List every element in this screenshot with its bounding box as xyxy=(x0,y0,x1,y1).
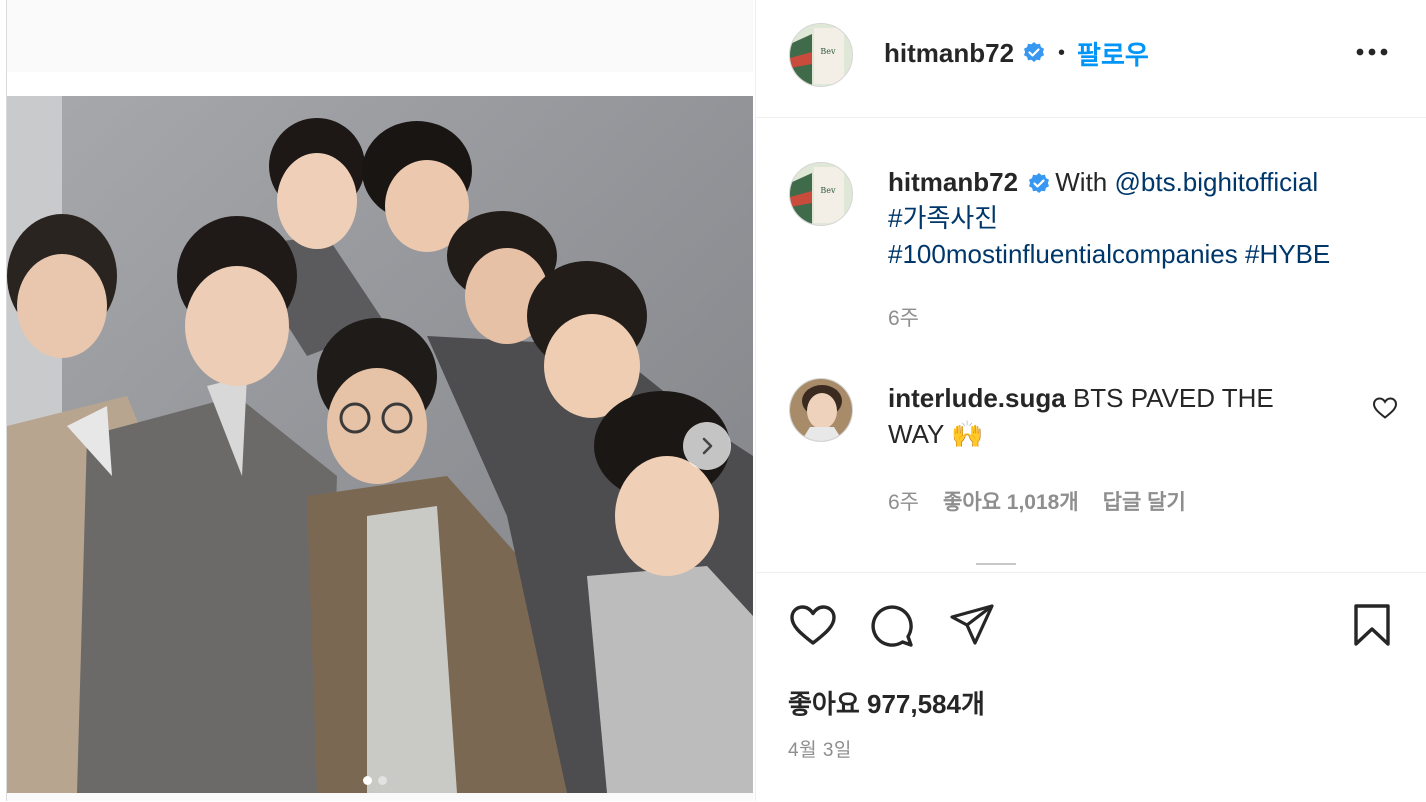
comment-author-username[interactable]: interlude.suga xyxy=(888,383,1066,413)
heart-icon xyxy=(1372,397,1398,419)
comment-likes-count[interactable]: 좋아요 1,018개 xyxy=(943,486,1079,516)
header-separator: • xyxy=(1058,41,1066,64)
author-avatar[interactable]: Bev xyxy=(789,23,853,87)
carousel-dot-1 xyxy=(363,776,372,785)
caption-author-avatar[interactable]: Bev xyxy=(789,162,853,226)
more-options-icon xyxy=(1356,48,1388,56)
heart-icon xyxy=(790,605,836,645)
carousel-next-button[interactable] xyxy=(683,422,731,470)
caption-timestamp[interactable]: 6주 xyxy=(888,302,919,332)
media-pane xyxy=(0,0,755,801)
carousel-indicator xyxy=(363,776,387,785)
more-options-button[interactable] xyxy=(1355,44,1389,62)
view-replies-fade xyxy=(976,552,1016,566)
author-username[interactable]: hitmanb72 xyxy=(884,38,1014,69)
like-button[interactable] xyxy=(789,603,837,652)
verified-badge-icon xyxy=(1024,42,1045,62)
svg-text:Bev: Bev xyxy=(820,47,836,56)
hashtag-link[interactable]: #100mostinfluentialcompanies xyxy=(888,239,1238,269)
avatar-image xyxy=(790,379,852,441)
follow-button[interactable]: 팔로우 xyxy=(1077,35,1149,72)
hashtag-link[interactable]: #HYBE xyxy=(1245,239,1330,269)
carousel-dot-2 xyxy=(378,776,387,785)
save-button[interactable] xyxy=(1353,603,1391,652)
comment-timestamp[interactable]: 6주 xyxy=(888,486,919,516)
comment-meta-row: 6주 좋아요 1,018개 답글 달기 xyxy=(888,486,1186,516)
post-photo[interactable] xyxy=(7,96,753,793)
comment-like-button[interactable] xyxy=(1372,396,1398,425)
avatar-image: Bev xyxy=(790,24,852,86)
svg-text:Bev: Bev xyxy=(820,186,836,195)
bookmark-icon xyxy=(1354,604,1390,646)
post-likes-count[interactable]: 좋아요 977,584개 xyxy=(788,684,985,721)
chevron-right-icon xyxy=(702,437,713,455)
post-caption: hitmanb72 With @bts.bighitofficial #가족사진… xyxy=(888,164,1398,272)
caption-author-username[interactable]: hitmanb72 xyxy=(888,167,1018,197)
avatar-image: Bev xyxy=(790,163,852,225)
hashtag-link[interactable]: #가족사진 xyxy=(888,203,998,233)
comment-body: interlude.suga BTS PAVED THE WAY 🙌 xyxy=(888,380,1328,452)
caption-prefix: With xyxy=(1055,167,1115,197)
caption-mention-link[interactable]: @bts.bighitofficial xyxy=(1115,167,1319,197)
share-button[interactable] xyxy=(949,603,995,652)
share-icon xyxy=(950,604,994,645)
media-bottom-spacer xyxy=(7,793,753,801)
reply-button[interactable]: 답글 달기 xyxy=(1103,486,1186,516)
post-header: Bev hitmanb72 • 팔로우 xyxy=(756,0,1426,118)
verified-badge-icon xyxy=(1029,173,1050,194)
media-top-spacer xyxy=(7,0,753,72)
group-photo-image xyxy=(7,96,753,793)
comment-button[interactable] xyxy=(869,603,915,654)
comment-author-avatar[interactable] xyxy=(789,378,853,442)
post-details-pane: Bev hitmanb72 • 팔로우 Bev hitmanb72 With @… xyxy=(755,0,1426,802)
post-date[interactable]: 4월 3일 xyxy=(788,735,852,762)
header-username-row: hitmanb72 • 팔로우 xyxy=(884,36,1149,70)
comment-icon xyxy=(871,605,913,647)
